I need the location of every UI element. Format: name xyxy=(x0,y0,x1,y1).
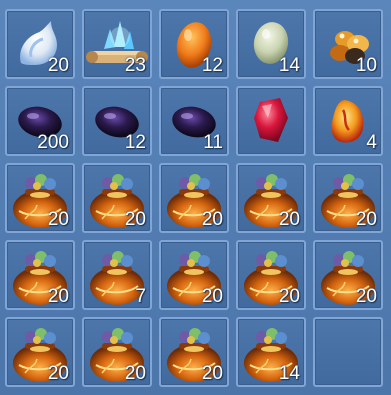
item-count: 12 xyxy=(124,132,146,153)
inventory-slot[interactable]: 23 xyxy=(82,9,152,79)
inventory-slot[interactable]: 20 xyxy=(313,163,383,233)
inventory-slot[interactable]: 20 xyxy=(5,9,75,79)
inventory-grid: 20 23 12 14 10 200 12 11 4 20 20 20 20 2… xyxy=(0,0,391,395)
inventory-slot[interactable]: 20 xyxy=(82,163,152,233)
item-count: 20 xyxy=(278,209,300,230)
inventory-slot[interactable]: 20 xyxy=(159,163,229,233)
item-count: 11 xyxy=(203,132,223,153)
item-count: 20 xyxy=(201,363,223,384)
item-count: 20 xyxy=(201,286,223,307)
item-count: 20 xyxy=(355,209,377,230)
inventory-slot[interactable]: 20 xyxy=(5,163,75,233)
item-count: 20 xyxy=(47,286,69,307)
inventory-slot[interactable] xyxy=(236,86,306,156)
inventory-slot[interactable]: 20 xyxy=(236,240,306,310)
item-count: 20 xyxy=(201,209,223,230)
inventory-slot[interactable]: 14 xyxy=(236,317,306,387)
inventory-slot[interactable]: 12 xyxy=(82,86,152,156)
item-count: 14 xyxy=(278,55,300,76)
item-count: 10 xyxy=(355,55,377,76)
inventory-slot-empty[interactable] xyxy=(313,317,383,387)
red-gem-icon xyxy=(254,98,288,142)
item-count: 4 xyxy=(366,132,377,153)
inventory-slot[interactable]: 7 xyxy=(82,240,152,310)
inventory-slot[interactable]: 200 xyxy=(5,86,75,156)
inventory-slot[interactable]: 20 xyxy=(236,163,306,233)
inventory-slot[interactable]: 20 xyxy=(159,240,229,310)
inventory-slot[interactable]: 14 xyxy=(236,9,306,79)
inventory-slot[interactable]: 11 xyxy=(159,86,229,156)
item-count: 20 xyxy=(47,55,69,76)
item-count: 20 xyxy=(124,209,146,230)
inventory-slot[interactable]: 20 xyxy=(313,240,383,310)
item-count: 12 xyxy=(201,55,223,76)
inventory-slot[interactable]: 20 xyxy=(5,240,75,310)
item-count: 20 xyxy=(355,286,377,307)
inventory-slot[interactable]: 20 xyxy=(82,317,152,387)
item-count: 200 xyxy=(37,132,69,153)
item-count: 20 xyxy=(124,363,146,384)
item-count: 20 xyxy=(47,209,69,230)
item-count: 23 xyxy=(124,55,146,76)
item-count: 7 xyxy=(135,286,146,307)
item-count: 20 xyxy=(47,363,69,384)
item-count: 14 xyxy=(278,363,300,384)
inventory-slot[interactable]: 10 xyxy=(313,9,383,79)
inventory-slot[interactable]: 20 xyxy=(5,317,75,387)
inventory-slot[interactable]: 4 xyxy=(313,86,383,156)
item-count: 20 xyxy=(278,286,300,307)
inventory-slot[interactable]: 20 xyxy=(159,317,229,387)
inventory-slot[interactable]: 12 xyxy=(159,9,229,79)
